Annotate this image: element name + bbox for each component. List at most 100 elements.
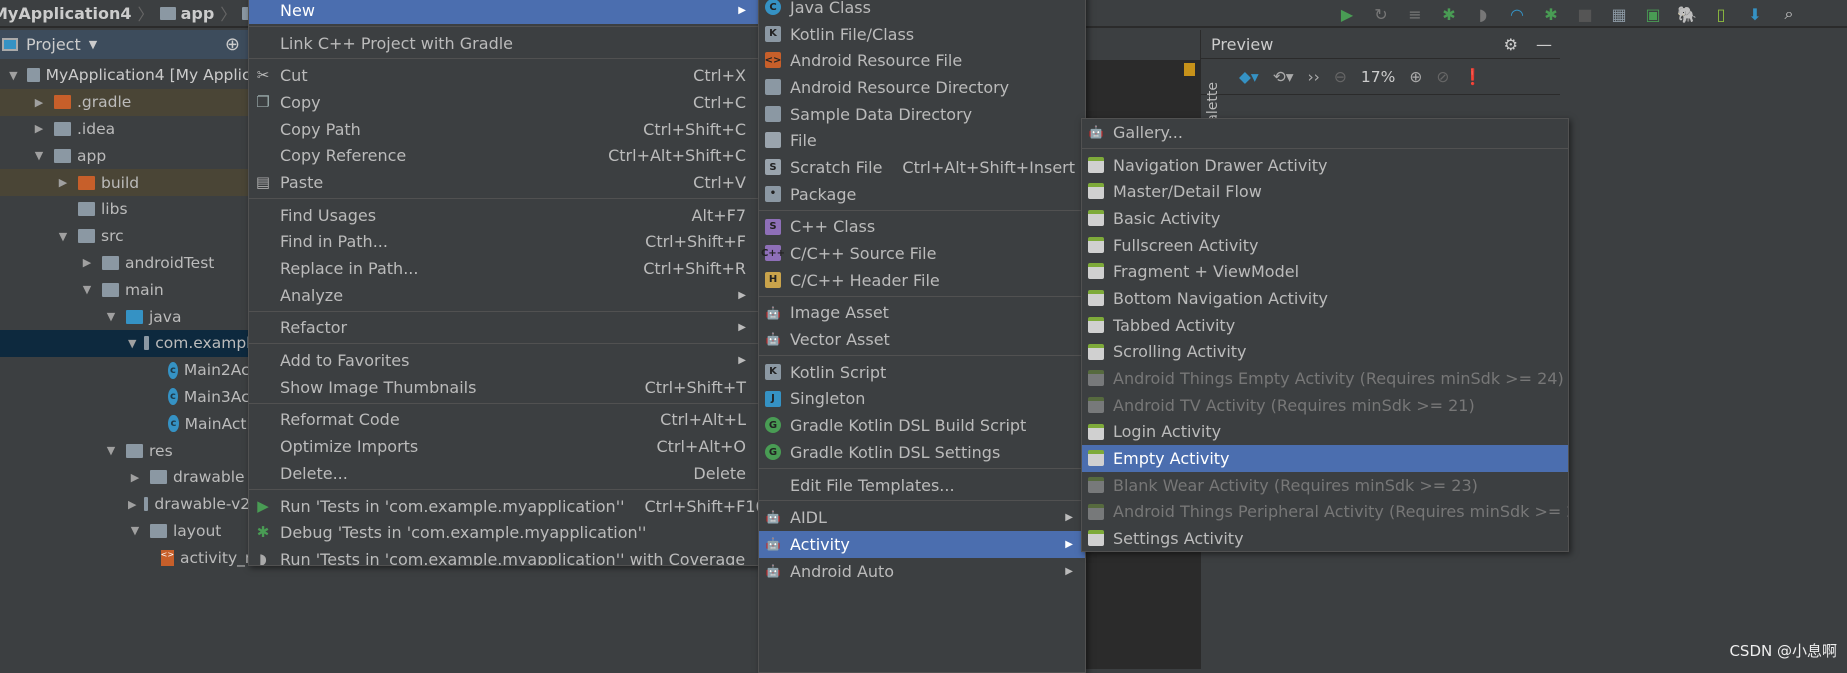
profile-icon[interactable]: ◠: [1508, 5, 1526, 24]
menu-item-find-usages[interactable]: Find Usages Alt+F7: [249, 202, 758, 229]
tree-item-drawable-v24[interactable]: ▶ drawable-v24: [0, 491, 260, 518]
tree-item-myapplication4-my-applica[interactable]: ▼ MyApplication4 [My Applica: [0, 62, 260, 89]
collapse-arrow-icon[interactable]: ▼: [80, 283, 94, 296]
menu-item-c-c-source-file[interactable]: C++ C/C++ Source File: [759, 240, 1085, 267]
menu-item-find-in-path[interactable]: Find in Path... Ctrl+Shift+F: [249, 229, 758, 256]
tree-item-com-example[interactable]: ▼ com.example: [0, 330, 260, 357]
menu-item-tabbed-activity[interactable]: Tabbed Activity: [1082, 312, 1568, 339]
menu-item-c-c-header-file[interactable]: H C/C++ Header File: [759, 267, 1085, 294]
breadcrumb-project[interactable]: MyApplication4: [0, 4, 132, 23]
collapse-arrow-icon[interactable]: ▼: [128, 524, 142, 537]
collapse-arrow-icon[interactable]: ▼: [104, 444, 118, 457]
menu-item-bottom-navigation-activity[interactable]: Bottom Navigation Activity: [1082, 285, 1568, 312]
tree-item-java[interactable]: ▼ java: [0, 303, 260, 330]
project-structure-icon[interactable]: ▦: [1610, 5, 1628, 24]
tree-item-main2acti[interactable]: c Main2Acti: [0, 357, 260, 384]
menu-item-gradle-kotlin-dsl-build-script[interactable]: G Gradle Kotlin DSL Build Script: [759, 412, 1085, 439]
tree-item-app[interactable]: ▼ app: [0, 142, 260, 169]
menu-item-copy-reference[interactable]: Copy Reference Ctrl+Alt+Shift+C: [249, 142, 758, 169]
menu-item-image-asset[interactable]: 🤖 Image Asset: [759, 300, 1085, 327]
menu-item-kotlin-file-class[interactable]: K Kotlin File/Class: [759, 21, 1085, 48]
menu-item-run-tests-in-com-example-myapplication-with-coverage[interactable]: ◗ Run 'Tests in 'com.example.myapplicatio…: [249, 546, 758, 565]
menu-item-settings-activity[interactable]: Settings Activity: [1082, 525, 1568, 551]
tree-item-layout[interactable]: ▼ layout: [0, 518, 260, 545]
gear-icon[interactable]: ⚙: [1504, 35, 1518, 54]
tree-item-gradle[interactable]: ▶ .gradle: [0, 88, 260, 116]
menu-item-android-resource-file[interactable]: <> Android Resource File: [759, 47, 1085, 74]
menu-item-java-class[interactable]: C Java Class: [759, 0, 1085, 21]
menu-item-android-resource-directory[interactable]: Android Resource Directory: [759, 74, 1085, 101]
locate-icon[interactable]: ⊕: [225, 34, 240, 55]
search-icon[interactable]: ⌕: [1780, 4, 1798, 23]
menu-item-cut[interactable]: ✂ Cut Ctrl+X: [249, 62, 758, 89]
tree-item-androidtest[interactable]: ▶ androidTest: [0, 250, 260, 277]
sdk-manager-icon[interactable]: ⬇: [1746, 5, 1764, 24]
menu-item-replace-in-path[interactable]: Replace in Path... Ctrl+Shift+R: [249, 255, 758, 282]
menu-item-kotlin-script[interactable]: K Kotlin Script: [759, 359, 1085, 386]
run-configuration-icon[interactable]: ▣: [1644, 5, 1662, 24]
expand-arrow-icon[interactable]: ▶: [56, 176, 70, 189]
menu-item-refactor[interactable]: Refactor ▶: [249, 315, 758, 342]
menu-item-fragment-viewmodel[interactable]: Fragment + ViewModel: [1082, 258, 1568, 285]
more-icon[interactable]: ››: [1307, 68, 1319, 86]
attach-debugger-icon[interactable]: ✱: [1542, 5, 1560, 24]
zoom-out-icon[interactable]: ⊖: [1334, 68, 1347, 86]
zoom-in-icon[interactable]: ⊕: [1409, 68, 1422, 86]
menu-item-paste[interactable]: ▤ Paste Ctrl+V: [249, 169, 758, 196]
menu-item-gradle-kotlin-dsl-settings[interactable]: G Gradle Kotlin DSL Settings: [759, 439, 1085, 466]
tree-item-main3acti[interactable]: c Main3Acti: [0, 384, 260, 411]
menu-item-debug-tests-in-com-example-myapplication[interactable]: ✱ Debug 'Tests in 'com.example.myapplicat…: [249, 519, 758, 546]
expand-arrow-icon[interactable]: ▶: [128, 471, 142, 484]
menu-item-link-c-project-with-gradle[interactable]: Link C++ Project with Gradle: [249, 30, 758, 57]
menu-item-file[interactable]: File: [759, 127, 1085, 154]
run-icon[interactable]: ▶: [1338, 5, 1356, 24]
menu-item-vector-asset[interactable]: 🤖 Vector Asset: [759, 326, 1085, 353]
menu-item-sample-data-directory[interactable]: Sample Data Directory: [759, 101, 1085, 128]
apply-changes-icon[interactable]: ↻: [1372, 5, 1390, 24]
menu-item-singleton[interactable]: J Singleton: [759, 386, 1085, 413]
menu-item-show-image-thumbnails[interactable]: Show Image Thumbnails Ctrl+Shift+T: [249, 374, 758, 401]
menu-item-aidl[interactable]: 🤖 AIDL ▶: [759, 504, 1085, 531]
debug-icon[interactable]: ✱: [1440, 5, 1458, 24]
menu-item-activity[interactable]: 🤖 Activity ▶: [759, 531, 1085, 558]
menu-item-fullscreen-activity[interactable]: Fullscreen Activity: [1082, 232, 1568, 259]
tree-item-src[interactable]: ▼ src: [0, 223, 260, 250]
tree-item-main[interactable]: ▼ main: [0, 276, 260, 303]
menu-item-new[interactable]: New ▶: [249, 0, 758, 24]
tree-item-build[interactable]: ▶ build: [0, 169, 260, 196]
orientation-icon[interactable]: ⟲▾: [1273, 68, 1294, 86]
expand-arrow-icon[interactable]: ▶: [80, 256, 94, 269]
menu-item-c-class[interactable]: S C++ Class: [759, 214, 1085, 241]
tree-item-idea[interactable]: ▶ .idea: [0, 116, 260, 143]
menu-item-optimize-imports[interactable]: Optimize Imports Ctrl+Alt+O: [249, 433, 758, 460]
menu-item-copy[interactable]: ❐ Copy Ctrl+C: [249, 89, 758, 116]
expand-arrow-icon[interactable]: ▶: [32, 96, 46, 109]
coverage-icon[interactable]: ◗: [1474, 5, 1492, 24]
menu-item-android-auto[interactable]: 🤖 Android Auto ▶: [759, 558, 1085, 585]
collapse-arrow-icon[interactable]: ▼: [8, 69, 19, 82]
menu-item-copy-path[interactable]: Copy Path Ctrl+Shift+C: [249, 116, 758, 143]
collapse-arrow-icon[interactable]: ▼: [104, 310, 118, 323]
menu-item-scratch-file[interactable]: S Scratch File Ctrl+Alt+Shift+Insert: [759, 154, 1085, 181]
menu-item-run-tests-in-com-example-myapplication[interactable]: ▶ Run 'Tests in 'com.example.myapplicatio…: [249, 493, 758, 520]
menu-item-empty-activity[interactable]: Empty Activity: [1082, 445, 1568, 472]
apply-code-changes-icon[interactable]: ≡: [1406, 5, 1424, 24]
tree-item-drawable[interactable]: ▶ drawable: [0, 464, 260, 491]
menu-item-analyze[interactable]: Analyze ▶: [249, 282, 758, 309]
menu-item-add-to-favorites[interactable]: Add to Favorites ▶: [249, 347, 758, 374]
menu-item-scrolling-activity[interactable]: Scrolling Activity: [1082, 339, 1568, 366]
menu-item-basic-activity[interactable]: Basic Activity: [1082, 205, 1568, 232]
breadcrumb-app[interactable]: app: [159, 4, 214, 23]
collapse-arrow-icon[interactable]: ▼: [128, 337, 136, 350]
gradle-sync-icon[interactable]: 🐘: [1677, 5, 1697, 24]
tree-item-res[interactable]: ▼ res: [0, 437, 260, 464]
project-view-selector[interactable]: Project: [26, 35, 81, 54]
tree-item-libs[interactable]: libs: [0, 196, 260, 223]
warning-icon[interactable]: ❗: [1463, 68, 1482, 86]
avd-manager-icon[interactable]: ▯: [1712, 5, 1730, 24]
menu-item-edit-file-templates[interactable]: Edit File Templates...: [759, 472, 1085, 499]
chevron-down-icon[interactable]: ▼: [89, 38, 97, 51]
layers-icon[interactable]: ◆▾: [1239, 68, 1259, 86]
menu-item-navigation-drawer-activity[interactable]: Navigation Drawer Activity: [1082, 152, 1568, 179]
expand-arrow-icon[interactable]: ▶: [128, 498, 136, 511]
